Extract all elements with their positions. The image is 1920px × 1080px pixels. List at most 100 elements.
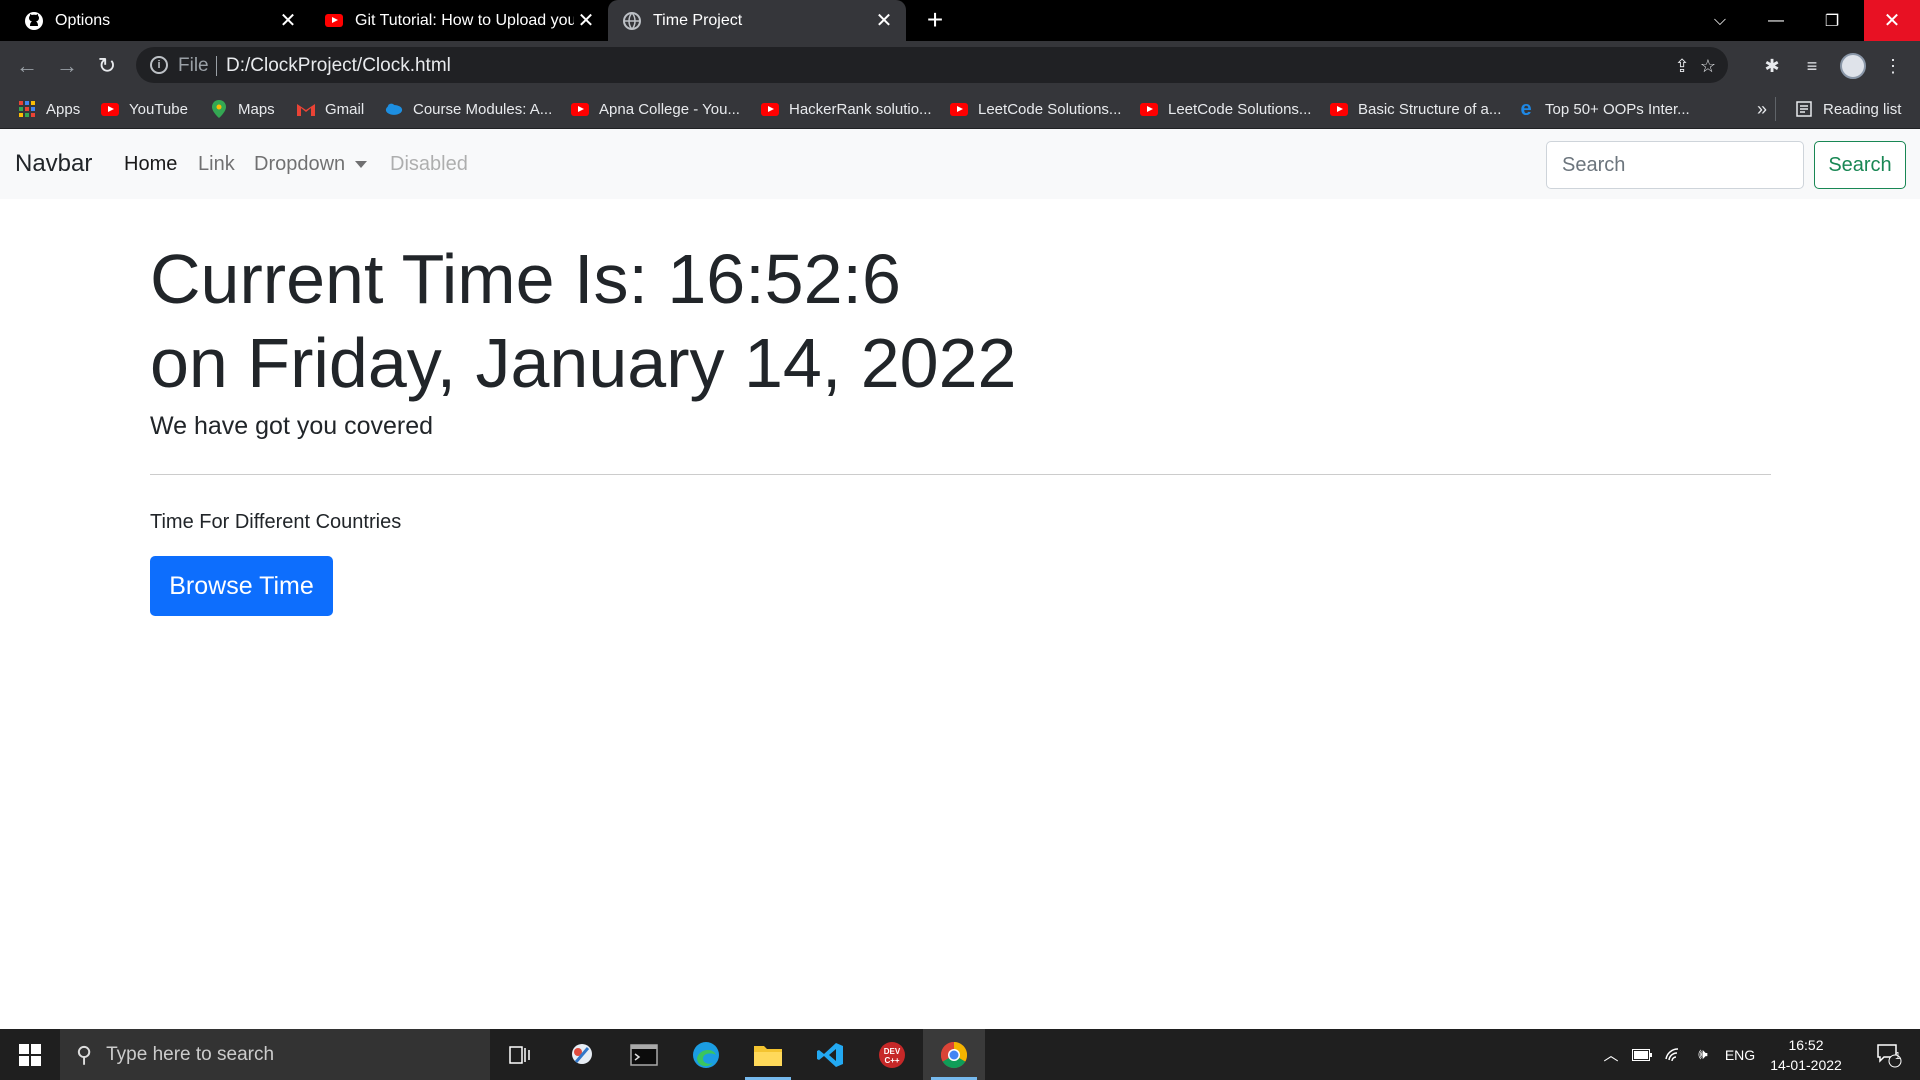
gmail-icon — [297, 100, 315, 118]
wifi-icon[interactable] — [1660, 1029, 1688, 1080]
youtube-icon — [571, 100, 589, 118]
notifications-icon[interactable]: 1 — [1866, 1029, 1912, 1080]
input-language[interactable]: ENG — [1720, 1029, 1760, 1080]
windows-taskbar: ⚲ Type here to search DEV C++ ︿ 🕪 ENG 16… — [0, 1029, 1920, 1080]
bookmark-maps[interactable]: Maps — [210, 89, 275, 129]
bookmark-leetcode-2[interactable]: LeetCode Solutions... — [1140, 89, 1311, 129]
tab-title: Options — [55, 11, 111, 29]
search-button[interactable]: Search — [1814, 141, 1906, 189]
e-logo-icon: e — [1520, 97, 1532, 120]
forward-arrow-icon[interactable]: → — [52, 51, 82, 81]
search-icon: ⚲ — [76, 1041, 93, 1067]
browser-tab-strip: Options ✕ Git Tutorial: How to Upload yo… — [0, 0, 1920, 41]
file-explorer-icon[interactable] — [737, 1029, 799, 1080]
site-navbar: Navbar Home Link Dropdown Disabled Searc… — [0, 129, 1920, 199]
address-bar[interactable]: i File D:/ClockProject/Clock.html ⇪ ☆ — [136, 47, 1728, 83]
devcpp-icon[interactable]: DEV C++ — [861, 1029, 923, 1080]
taskbar-search-placeholder: Type here to search — [106, 1043, 275, 1065]
system-clock[interactable]: 16:52 14-01-2022 — [1766, 1035, 1846, 1075]
new-tab-icon[interactable]: + — [920, 4, 950, 35]
reading-list-button[interactable]: Reading list — [1795, 89, 1901, 129]
windows-start-icon[interactable] — [0, 1029, 60, 1080]
window-close-icon[interactable]: ✕ — [1864, 0, 1920, 41]
extensions-icon[interactable]: ✱ — [1759, 53, 1785, 79]
youtube-icon — [761, 100, 779, 118]
share-icon[interactable]: ⇪ — [1670, 54, 1694, 78]
close-icon[interactable]: ✕ — [276, 9, 300, 33]
bookmark-gmail[interactable]: Gmail — [297, 89, 364, 129]
star-icon[interactable]: ☆ — [1696, 54, 1720, 78]
close-icon[interactable]: ✕ — [872, 9, 896, 33]
nav-home-link[interactable]: Home — [124, 153, 177, 176]
chevron-up-icon[interactable]: ︿ — [1598, 1029, 1624, 1080]
bookmark-label: Course Modules: A... — [413, 100, 553, 118]
maps-icon — [210, 100, 228, 118]
bookmark-label: Apna College - You... — [599, 100, 740, 118]
nav-disabled-link: Disabled — [390, 153, 468, 175]
bookmark-basic-structure[interactable]: Basic Structure of a... — [1330, 89, 1501, 129]
avatar[interactable] — [1840, 53, 1866, 79]
web-page: Navbar Home Link Dropdown Disabled Searc… — [0, 129, 1920, 1029]
terminal-icon[interactable] — [613, 1029, 675, 1080]
scheme-label: File — [178, 55, 209, 76]
media-queue-icon[interactable]: ≡ — [1799, 53, 1825, 79]
task-view-icon[interactable] — [489, 1029, 551, 1080]
date-line: on Friday, January 14, 2022 — [150, 324, 1017, 402]
cloud-icon — [385, 100, 403, 118]
reload-icon[interactable]: ↻ — [92, 51, 122, 81]
bookmark-apna-college[interactable]: Apna College - You... — [571, 89, 740, 129]
bookmark-label: LeetCode Solutions... — [978, 100, 1122, 118]
url-text[interactable]: D:/ClockProject/Clock.html — [226, 55, 451, 77]
svg-text:DEV: DEV — [884, 1047, 901, 1056]
bookmarks-bar: Apps YouTube Maps Gmail Course Modules: … — [0, 89, 1920, 129]
bookmark-course-modules[interactable]: Course Modules: A... — [385, 89, 552, 129]
nav-dropdown-label: Dropdown — [254, 153, 346, 175]
bookmark-label: LeetCode Solutions... — [1168, 100, 1312, 118]
tab-search-chevron-icon[interactable]: ⌵ — [1692, 0, 1748, 41]
browse-time-button[interactable]: Browse Time — [150, 556, 333, 616]
reading-list-icon — [1795, 100, 1813, 118]
info-icon[interactable]: i — [150, 56, 168, 74]
divider — [216, 56, 217, 76]
vscode-icon[interactable] — [799, 1029, 861, 1080]
close-icon[interactable]: ✕ — [574, 9, 598, 33]
bookmark-oops[interactable]: e Top 50+ OOPs Inter... — [1517, 89, 1689, 129]
youtube-icon — [324, 11, 344, 31]
battery-icon[interactable] — [1628, 1029, 1656, 1080]
search-input[interactable] — [1546, 141, 1804, 189]
apps-grid-icon — [18, 100, 36, 118]
bookmark-label: Basic Structure of a... — [1358, 100, 1502, 118]
edge-browser-icon[interactable] — [675, 1029, 737, 1080]
globe-icon — [622, 11, 642, 31]
restore-icon[interactable]: ❐ — [1804, 0, 1860, 41]
volume-icon[interactable]: 🕪 — [1690, 1029, 1716, 1080]
tab-git-tutorial[interactable]: Git Tutorial: How to Upload your ✕ — [310, 0, 608, 41]
navbar-brand[interactable]: Navbar — [15, 150, 92, 178]
tab-time-project[interactable]: Time Project ✕ — [608, 0, 906, 41]
reading-list-label: Reading list — [1823, 100, 1902, 118]
chrome-icon[interactable] — [923, 1029, 985, 1080]
notification-count: 1 — [1895, 1051, 1901, 1062]
snipping-tool-icon[interactable] — [551, 1029, 613, 1080]
kebab-menu-icon[interactable]: ⋮ — [1880, 53, 1906, 79]
bookmark-label: YouTube — [129, 100, 188, 118]
bookmark-hackerrank[interactable]: HackerRank solutio... — [761, 89, 932, 129]
nav-link[interactable]: Link — [198, 153, 235, 176]
nav-dropdown[interactable]: Dropdown — [254, 153, 368, 176]
tab-options[interactable]: Options ✕ — [0, 0, 310, 41]
back-arrow-icon[interactable]: ← — [12, 51, 42, 81]
bookmarks-overflow-button[interactable]: » — [1757, 89, 1767, 129]
youtube-icon — [1140, 100, 1158, 118]
caret-down-icon — [355, 161, 368, 169]
taskbar-search-box[interactable]: ⚲ Type here to search — [60, 1029, 490, 1080]
bookmark-label: Apps — [46, 100, 81, 118]
countries-subheading: Time For Different Countries — [150, 511, 402, 533]
bookmark-apps[interactable]: Apps — [18, 89, 80, 129]
bookmark-leetcode-1[interactable]: LeetCode Solutions... — [950, 89, 1121, 129]
tab-title: Git Tutorial: How to Upload your — [355, 11, 574, 29]
tab-title: Time Project — [653, 11, 743, 29]
minimize-icon[interactable]: — — [1748, 0, 1804, 41]
clock-date: 14-01-2022 — [1770, 1057, 1842, 1073]
bookmark-label: Gmail — [325, 100, 365, 118]
bookmark-youtube[interactable]: YouTube — [101, 89, 188, 129]
